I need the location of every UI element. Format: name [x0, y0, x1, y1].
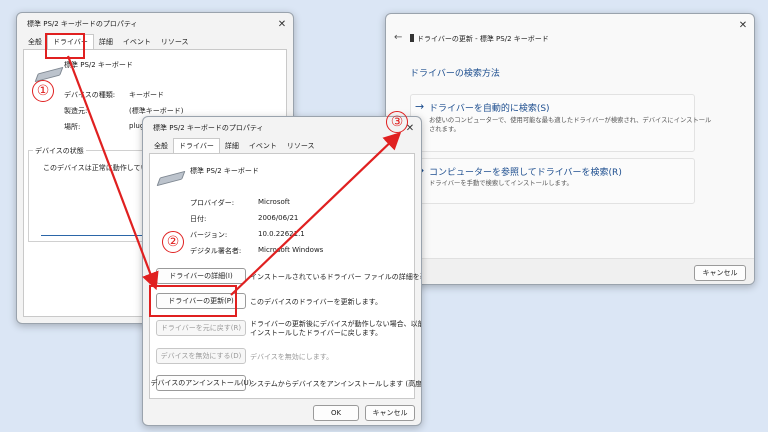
back-arrow-icon[interactable]: ←	[394, 32, 402, 43]
step-marker-3: ③	[386, 111, 408, 133]
footer-bar: キャンセル	[386, 258, 754, 284]
option-desc: されます。	[429, 126, 460, 133]
driver-details-button[interactable]: ドライバーの詳細(I)	[156, 268, 246, 284]
properties-window-front: 標準 PS/2 キーボードのプロパティ ✕ 全般 ドライバー 詳細 イベント リ…	[142, 116, 422, 426]
disable-device-button[interactable]: デバイスを無効にする(D)	[156, 348, 246, 364]
browse-computer-option[interactable]: → コンピューターを参照してドライバーを検索(R) ドライバーを手動で検索してイ…	[410, 158, 695, 204]
tab-driver[interactable]: ドライバー	[173, 138, 220, 153]
option-desc: お使いのコンピューターで、使用可能な最も適したドライバーが検索され、デバイスにイ…	[429, 117, 712, 124]
option-title: コンピューターを参照してドライバーを検索(R)	[429, 168, 622, 178]
device-name: 標準 PS/2 キーボード	[190, 167, 259, 175]
action-desc: インストールされているドライバー ファイルの詳細を表	[250, 273, 422, 281]
step-marker-2: ②	[162, 231, 184, 253]
row-label: 日付:	[190, 215, 207, 223]
right-arrow-icon: →	[415, 100, 425, 113]
status-textbox: このデバイスは正常に動作しています。	[41, 161, 168, 236]
close-icon[interactable]: ✕	[732, 14, 754, 36]
row-value: 10.0.22621.1	[258, 230, 305, 238]
tab-bar: 全般 ドライバー 詳細 イベント リソース	[143, 138, 421, 153]
tab-general[interactable]: 全般	[149, 139, 173, 153]
row-value: Microsoft	[258, 198, 290, 206]
option-desc: ドライバーを手動で検索してインストールします。	[429, 180, 573, 187]
cancel-button[interactable]: キャンセル	[694, 265, 746, 281]
window-title: 標準 PS/2 キーボードのプロパティ	[153, 124, 264, 132]
tab-resources[interactable]: リソース	[282, 139, 320, 153]
device-name: 標準 PS/2 キーボード	[64, 61, 133, 69]
window-header: ドライバーの更新 - 標準 PS/2 キーボード	[417, 35, 549, 43]
auto-search-option[interactable]: → ドライバーを自動的に検索(S) お使いのコンピューターで、使用可能な最も適し…	[410, 94, 711, 152]
page-heading: ドライバーの検索方法	[410, 69, 500, 79]
close-icon[interactable]: ✕	[271, 13, 293, 35]
step-marker-1: ①	[32, 80, 54, 102]
tab-panel: 標準 PS/2 キーボード プロバイダー: Microsoft 日付: 2006…	[149, 153, 421, 399]
status-title: デバイスの状態	[33, 146, 86, 156]
device-icon	[410, 34, 414, 42]
window-title: 標準 PS/2 キーボードのプロパティ	[27, 20, 138, 28]
row-value: 2006/06/21	[258, 214, 299, 222]
uninstall-device-button[interactable]: デバイスのアンインストール(U)	[151, 375, 251, 391]
rollback-driver-button[interactable]: ドライバーを元に戻す(R)	[156, 320, 246, 336]
row-label: バージョン:	[190, 231, 228, 239]
window-titlebar: 標準 PS/2 キーボードのプロパティ ✕	[17, 13, 293, 35]
row-value: (標準キーボード)	[129, 107, 184, 115]
tab-resources[interactable]: リソース	[156, 35, 194, 49]
highlight-update-driver-button	[149, 285, 237, 317]
row-label: プロバイダー:	[190, 199, 235, 207]
row-label: 製造元:	[64, 107, 88, 115]
action-desc: インストールしたドライバーに戻します。	[250, 329, 383, 337]
highlight-driver-tab	[45, 33, 85, 59]
ok-button[interactable]: OK	[313, 405, 359, 421]
cancel-button[interactable]: キャンセル	[365, 405, 415, 421]
option-title: ドライバーを自動的に検索(S)	[429, 104, 550, 114]
tab-general[interactable]: 全般	[23, 35, 47, 49]
window-titlebar: 標準 PS/2 キーボードのプロパティ ✕	[143, 117, 421, 139]
tab-details[interactable]: 詳細	[94, 35, 118, 49]
action-desc: デバイスを無効にします。	[250, 353, 334, 361]
tab-details[interactable]: 詳細	[220, 139, 244, 153]
row-label: デジタル署名者:	[190, 247, 242, 255]
tab-events[interactable]: イベント	[118, 35, 156, 49]
row-label: 場所:	[64, 123, 81, 131]
row-value: Microsoft Windows	[258, 246, 324, 254]
row-value: キーボード	[129, 91, 164, 99]
keyboard-icon	[156, 170, 186, 187]
action-desc: システムからデバイスをアンインストールします (高度)。	[250, 380, 422, 388]
action-desc: このデバイスのドライバーを更新します。	[250, 298, 382, 306]
tab-events[interactable]: イベント	[244, 139, 282, 153]
update-driver-window: ✕ ← ドライバーの更新 - 標準 PS/2 キーボード ドライバーの検索方法 …	[385, 13, 755, 285]
row-label: デバイスの種類:	[64, 91, 116, 99]
